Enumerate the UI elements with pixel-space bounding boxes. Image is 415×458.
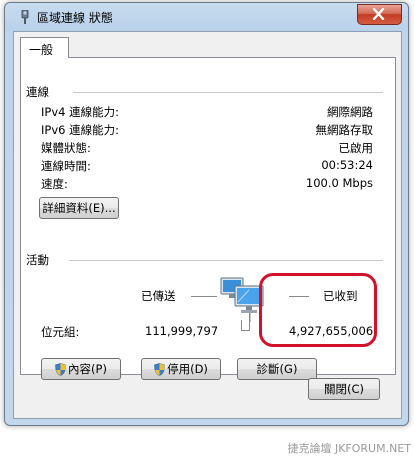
watermark: 捷克論壇 JKFORUM.NET [287,442,411,455]
sent-line [191,296,217,297]
window-title: 區域連線 狀態 [37,11,113,25]
close-button[interactable]: 關閉(C) [308,378,380,400]
speed-value: 100.0 Mbps [305,176,373,190]
disable-button[interactable]: 停用(D) [141,358,221,380]
diagnose-button[interactable]: 診斷(G) [237,358,317,380]
ipv6-label: IPv6 連線能力: [41,123,119,137]
activity-heading: 活動 [26,253,49,267]
ipv4-label: IPv4 連線能力: [41,105,119,119]
tab-general[interactable]: 一般 [20,37,69,58]
disable-button-label: 停用(D) [167,362,208,376]
uac-shield-icon [154,362,165,376]
properties-button[interactable]: 內容(P) [41,358,121,380]
close-window-button[interactable] [357,4,402,25]
dialog-window: 區域連線 狀態 一般 連線 IPv4 連線能力: 網際網路 IPv6 連線能力:… [4,2,409,426]
duration-value: 00:53:24 [321,158,373,172]
bytes-label: 位元組: [41,325,80,339]
tab-general-label: 一般 [29,43,54,57]
properties-button-label: 內容(P) [68,362,107,376]
details-button[interactable]: 詳細資料(E)... [39,197,119,219]
close-icon [372,8,385,20]
media-state-value: 已啟用 [338,141,374,155]
title-bar[interactable]: 區域連線 狀態 [5,3,408,31]
connection-heading: 連線 [26,85,49,99]
connection-divider [73,92,383,93]
cable-connector [241,320,250,331]
activity-divider [69,260,383,261]
sent-label: 已傳送 [141,289,176,303]
network-adapter-icon [21,10,29,24]
media-state-label: 媒體狀態: [41,141,91,155]
bytes-sent-value: 111,999,797 [145,324,219,338]
speed-label: 速度: [41,177,68,191]
duration-label: 連線時間: [41,159,91,173]
ipv6-value: 無網路存取 [315,123,374,137]
annotation-highlight-circle [259,273,377,347]
uac-shield-icon [55,362,66,376]
ipv4-value: 網際網路 [327,105,373,119]
dialog-client-area: 一般 連線 IPv4 連線能力: 網際網路 IPv6 連線能力: 無網路存取 媒… [13,31,402,419]
